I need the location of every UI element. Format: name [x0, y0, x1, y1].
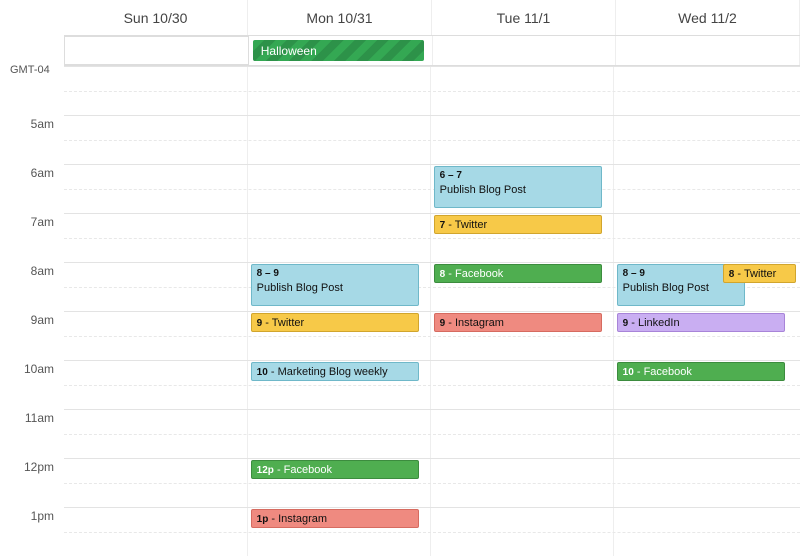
- hour-row[interactable]: [64, 409, 800, 458]
- event-title: Twitter: [272, 317, 304, 329]
- calendar-event[interactable]: 8 – 9Publish Blog Post: [251, 264, 419, 306]
- hour-row[interactable]: [64, 66, 800, 115]
- allday-row: Halloween: [64, 36, 800, 66]
- allday-slot[interactable]: [433, 36, 617, 65]
- hour-row[interactable]: [64, 507, 800, 556]
- event-title: Marketing Blog weekly: [278, 366, 388, 378]
- hour-labels: 4am 5am 6am 7am 8am 9am 10am 11am 12pm 1…: [0, 66, 64, 556]
- calendar-event[interactable]: 8 - Facebook: [434, 264, 602, 283]
- hour-label: 12pm: [0, 458, 64, 507]
- event-title: Facebook: [644, 366, 692, 378]
- hour-row[interactable]: [64, 164, 800, 213]
- day-header[interactable]: Tue 11/1: [432, 0, 616, 35]
- event-title: Instagram: [278, 513, 327, 525]
- event-time: 9: [623, 318, 629, 329]
- hour-row[interactable]: [64, 213, 800, 262]
- hour-row[interactable]: [64, 115, 800, 164]
- calendar-event[interactable]: 1p - Instagram: [251, 509, 419, 528]
- day-header[interactable]: Mon 10/31: [248, 0, 432, 35]
- hour-row[interactable]: [64, 458, 800, 507]
- calendar-event[interactable]: 12p - Facebook: [251, 460, 419, 479]
- day-header[interactable]: Sun 10/30: [64, 0, 248, 35]
- event-title: Publish Blog Post: [623, 281, 739, 295]
- calendar-event[interactable]: 8 - Twitter: [723, 264, 796, 283]
- hour-label: 6am: [0, 164, 64, 213]
- calendar-event[interactable]: 9 - LinkedIn: [617, 313, 785, 332]
- event-time: 8: [729, 269, 735, 280]
- allday-slot[interactable]: [616, 36, 800, 65]
- event-time: 6 – 7: [440, 169, 596, 183]
- event-title: Facebook: [284, 464, 332, 476]
- event-time: 8 – 9: [623, 267, 739, 281]
- event-time: 8: [440, 269, 446, 280]
- event-title: Facebook: [455, 268, 503, 280]
- time-grid[interactable]: 6 – 7Publish Blog Post7 - Twitter8 – 9Pu…: [64, 66, 800, 556]
- event-time: 8 – 9: [257, 267, 413, 281]
- event-time: 9: [257, 318, 263, 329]
- event-title: LinkedIn: [638, 317, 680, 329]
- event-time: 10: [623, 367, 634, 378]
- event-title: Instagram: [455, 317, 504, 329]
- calendar-event[interactable]: 10 - Marketing Blog weekly: [251, 362, 419, 381]
- day-header-row: Sun 10/30 Mon 10/31 Tue 11/1 Wed 11/2: [64, 0, 800, 36]
- event-title: Publish Blog Post: [440, 183, 596, 197]
- event-time: 10: [257, 367, 268, 378]
- calendar-event[interactable]: 6 – 7Publish Blog Post: [434, 166, 602, 208]
- day-header[interactable]: Wed 11/2: [616, 0, 800, 35]
- event-title: Twitter: [455, 219, 487, 231]
- calendar-event[interactable]: 9 - Twitter: [251, 313, 419, 332]
- event-title: Twitter: [744, 268, 776, 280]
- hour-label: 7am: [0, 213, 64, 262]
- hour-label: 1pm: [0, 507, 64, 556]
- hour-label: 11am: [0, 409, 64, 458]
- allday-event[interactable]: Halloween: [253, 40, 424, 61]
- event-title: Publish Blog Post: [257, 281, 413, 295]
- calendar-event[interactable]: 7 - Twitter: [434, 215, 602, 234]
- calendar-event[interactable]: 9 - Instagram: [434, 313, 602, 332]
- event-time: 1p: [257, 514, 269, 525]
- allday-slot[interactable]: Halloween: [249, 36, 433, 65]
- hour-label: 10am: [0, 360, 64, 409]
- allday-slot[interactable]: [64, 36, 249, 65]
- hour-label: 9am: [0, 311, 64, 360]
- hour-label: 8am: [0, 262, 64, 311]
- hour-label: 5am: [0, 115, 64, 164]
- event-time: 7: [440, 220, 446, 231]
- calendar-event[interactable]: 10 - Facebook: [617, 362, 785, 381]
- event-time: 12p: [257, 465, 274, 476]
- event-time: 9: [440, 318, 446, 329]
